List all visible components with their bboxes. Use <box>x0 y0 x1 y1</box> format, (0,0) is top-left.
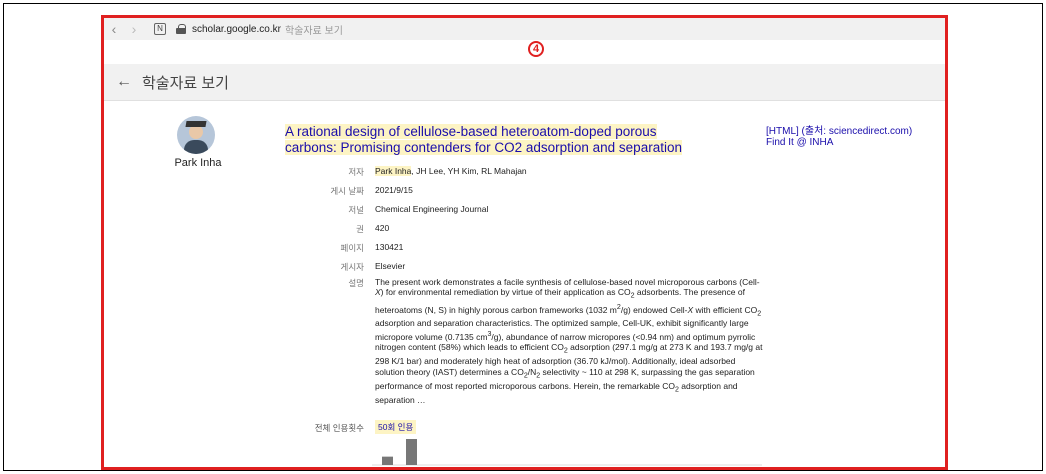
article-title-line2[interactable]: carbons: Promising contenders for CO2 ad… <box>285 140 682 155</box>
year-tick-label: 2021 <box>379 467 397 470</box>
authors-highlight: Park Inha <box>375 166 412 176</box>
citation-bar-2022[interactable] <box>406 439 417 465</box>
volume-value: 420 <box>375 223 390 233</box>
authors-rest: , JH Lee, YH Kim, RL Mahajan <box>411 166 527 176</box>
page-title: 학술자료 보기 <box>142 74 229 92</box>
article-title[interactable]: A rational design of cellulose-based het… <box>285 124 735 156</box>
screenshot-frame: ‹ › N scholar.google.co.kr 학술자료 보기 4 ← 학… <box>101 15 948 470</box>
date-label: 게시 날짜 <box>330 186 364 196</box>
html-source-link[interactable]: [HTML] (출처: sciencedirect.com) <box>766 126 912 137</box>
url-text[interactable]: scholar.google.co.kr <box>192 24 281 35</box>
browser-address-bar: ‹ › N scholar.google.co.kr 학술자료 보기 <box>104 18 945 40</box>
description-text: The present work demonstrates a facile s… <box>375 277 763 405</box>
authors-value: Park Inha, JH Lee, YH Kim, RL Mahajan <box>375 166 527 176</box>
pages-value: 130421 <box>375 242 404 252</box>
publisher-label: 게시자 <box>340 262 364 272</box>
forward-arrow-icon[interactable]: › <box>124 21 144 37</box>
pages-label: 페이지 <box>340 243 364 253</box>
article-title-line1[interactable]: A rational design of cellulose-based het… <box>285 124 657 139</box>
profile-name[interactable]: Park Inha <box>168 157 228 169</box>
findit-link[interactable]: Find It @ INHA <box>766 137 912 148</box>
step-marker: 4 <box>528 41 544 57</box>
journal-value: Chemical Engineering Journal <box>375 204 489 214</box>
avatar-icon[interactable] <box>177 116 215 154</box>
lock-icon <box>176 24 186 34</box>
volume-label: 권 <box>356 224 364 234</box>
journal-label: 저널 <box>348 205 364 215</box>
total-citations-label: 전체 인용횟수 <box>314 423 364 433</box>
citation-bar-2021[interactable] <box>382 456 393 465</box>
side-links: [HTML] (출처: sciencedirect.com) Find It @… <box>766 126 912 148</box>
publisher-value: Elsevier <box>375 261 406 271</box>
citations-chart: 2021 2022 <box>372 439 762 470</box>
year-tick-label: 2022 <box>403 467 421 470</box>
back-arrow-icon[interactable]: ‹ <box>104 21 124 37</box>
citations-badge[interactable]: 50회 인용 <box>375 420 417 434</box>
date-value: 2021/9/15 <box>375 185 413 195</box>
description-label: 설명 <box>348 278 364 288</box>
url-page-title: 학술자료 보기 <box>284 25 343 37</box>
authors-label: 저자 <box>348 167 364 177</box>
back-arrow-icon[interactable]: ← <box>116 73 132 91</box>
page-header: ← 학술자료 보기 <box>104 64 945 101</box>
tab-icon[interactable]: N <box>154 23 166 35</box>
